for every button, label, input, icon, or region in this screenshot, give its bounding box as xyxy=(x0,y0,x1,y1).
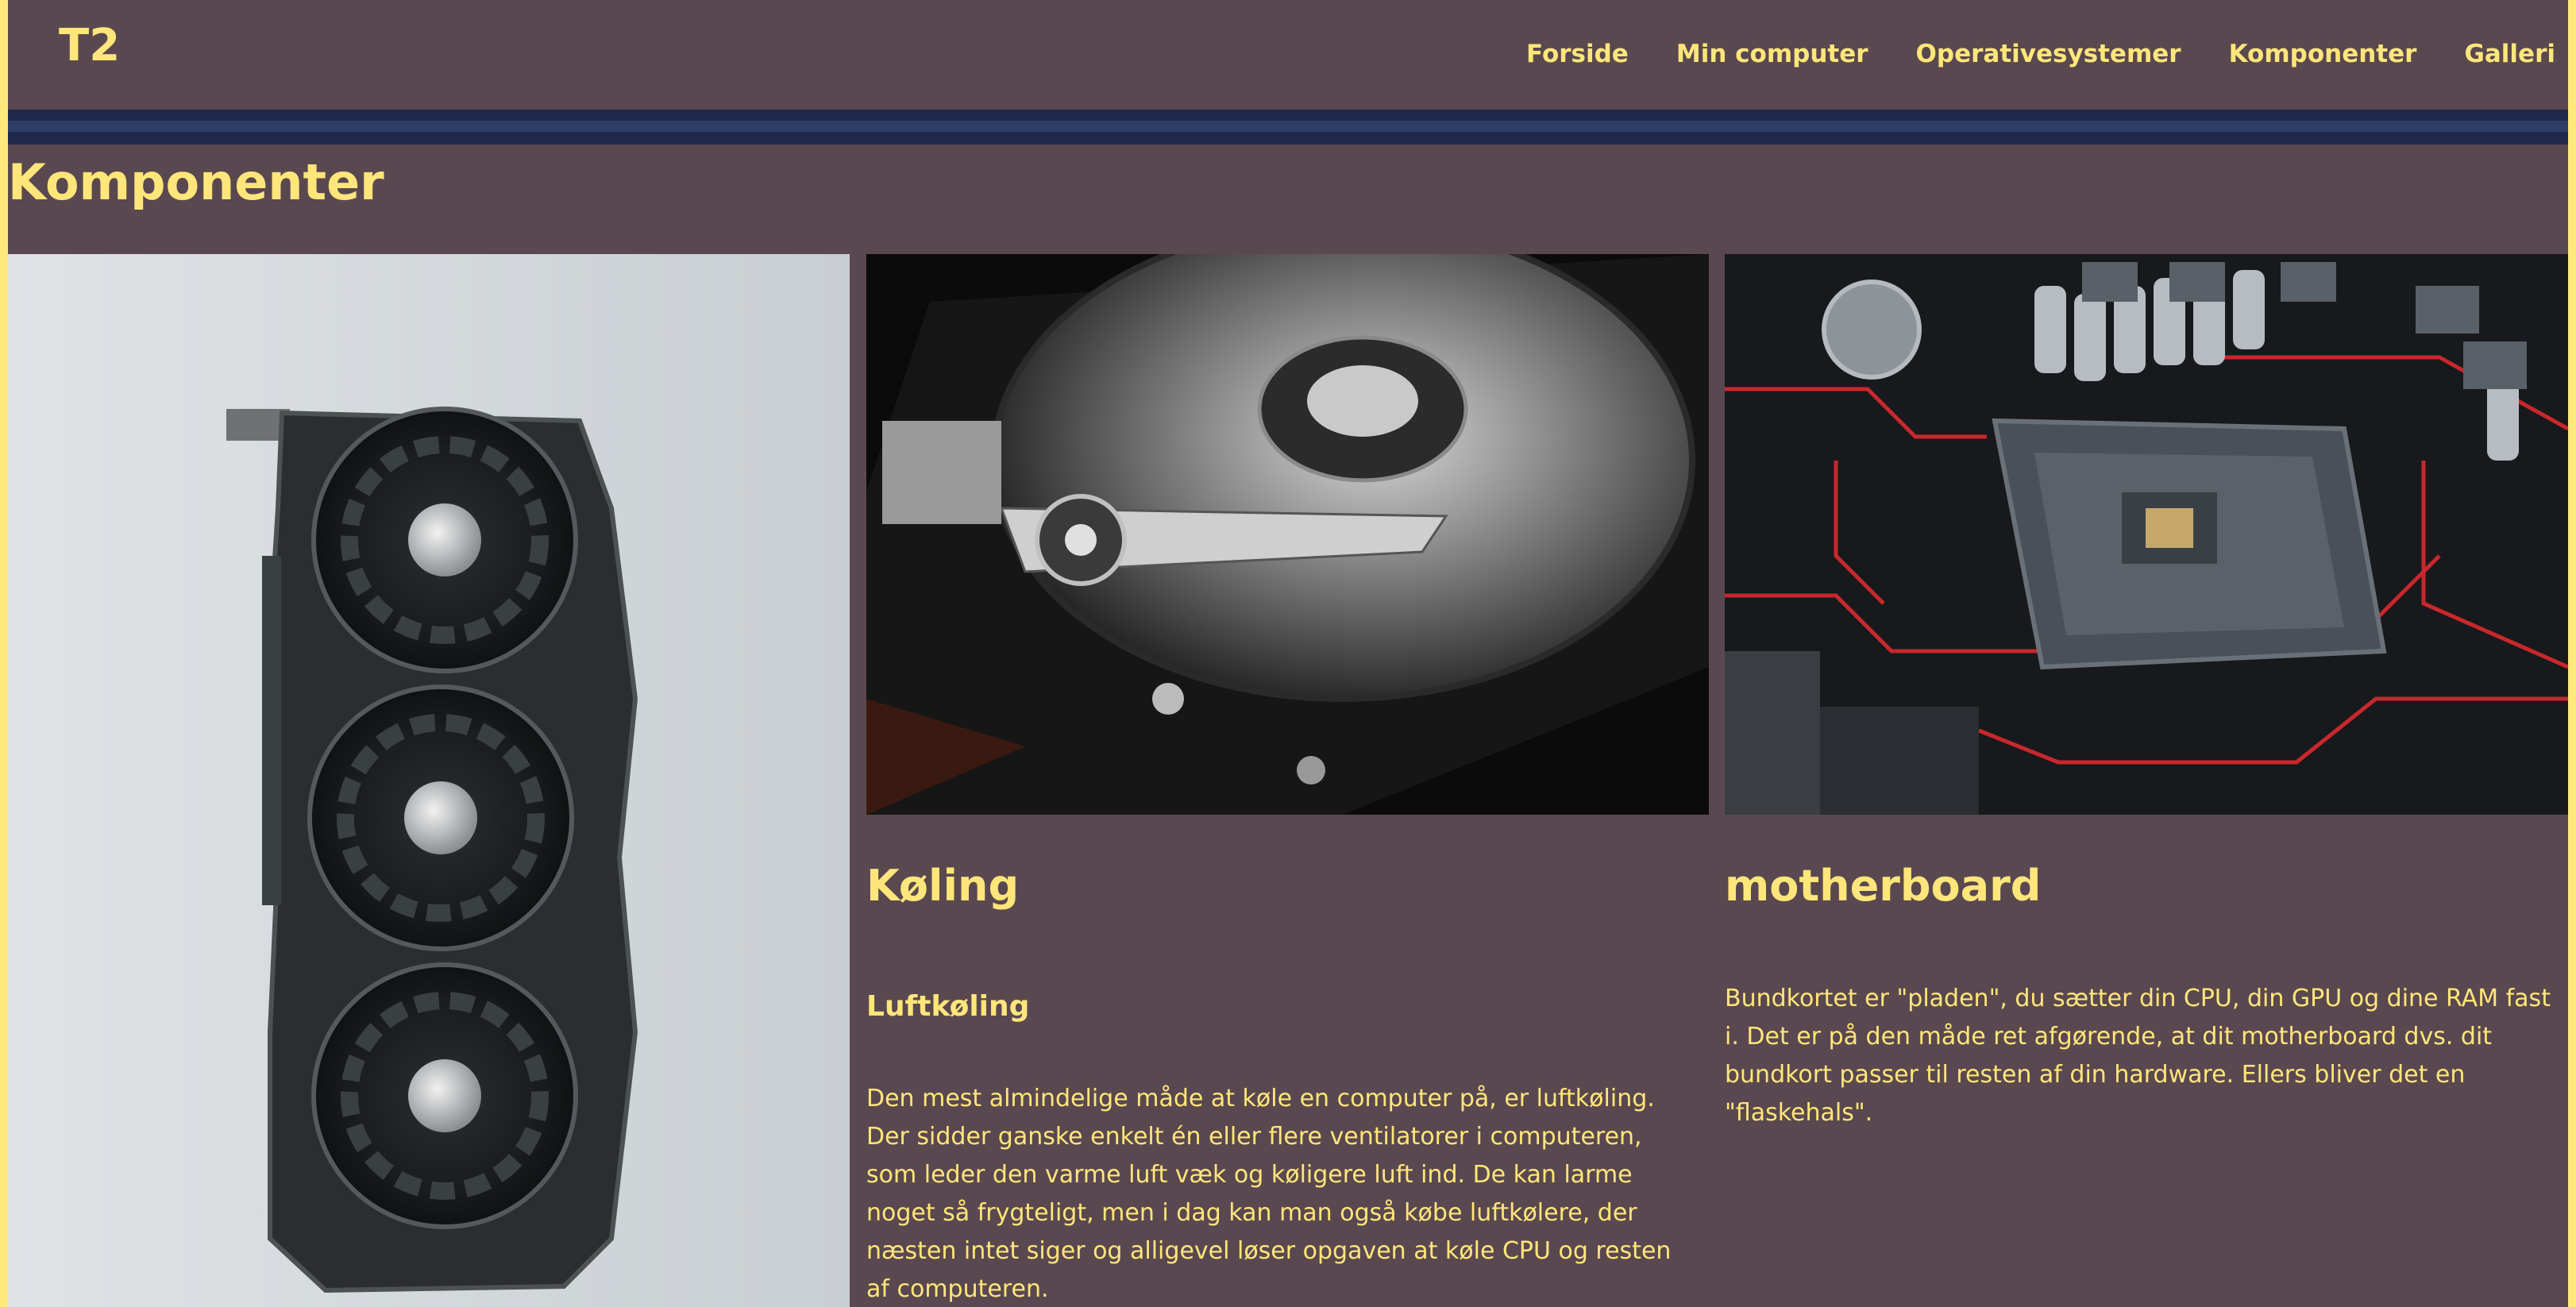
motherboard-section: motherboard Bundkortet er "pladen", du s… xyxy=(1725,850,2568,1127)
cooling-text: Den mest almindelige måde at køle en com… xyxy=(866,1085,1672,1303)
header-divider-stripe xyxy=(8,110,2568,145)
cooling-heading: Køling xyxy=(866,861,1020,911)
hard-drive-photo xyxy=(866,254,1709,815)
graphics-card-photo xyxy=(8,254,850,1307)
motherboard-heading: motherboard xyxy=(1725,861,2042,911)
site-header: T2 Forside Min computer Operativesysteme… xyxy=(8,0,2568,110)
site-logo[interactable]: T2 xyxy=(59,19,120,73)
nav-item-operativesystemer[interactable]: Operativesystemer xyxy=(1916,35,2181,73)
main-nav: Forside Min computer Operativesystemer K… xyxy=(1479,35,2555,73)
motherboard-photo xyxy=(1725,254,2568,815)
nav-item-min-computer[interactable]: Min computer xyxy=(1676,35,1868,73)
nav-item-forside[interactable]: Forside xyxy=(1526,35,1629,73)
page: T2 Forside Min computer Operativesysteme… xyxy=(8,0,2568,1307)
nav-item-komponenter[interactable]: Komponenter xyxy=(2229,35,2417,73)
motherboard-text: Bundkortet er "pladen", du sætter din CP… xyxy=(1725,985,2551,1127)
cooling-section: Køling Luftkøling Den mest almindelige m… xyxy=(866,850,1709,1303)
page-title: Komponenter xyxy=(8,153,384,211)
air-cooling-subheading: Luftkøling xyxy=(866,990,1030,1023)
nav-item-galleri[interactable]: Galleri xyxy=(2464,35,2555,73)
